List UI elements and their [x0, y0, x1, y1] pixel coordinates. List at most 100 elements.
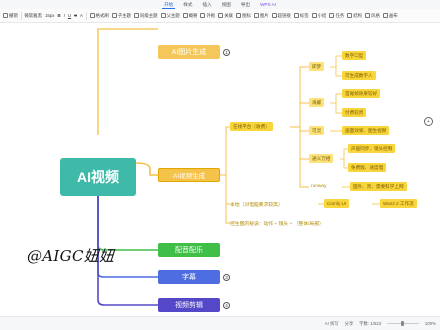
root-node[interactable]: AI视频 — [60, 158, 136, 196]
zoom-slider[interactable] — [387, 321, 419, 325]
leaf-local-2[interactable]: Wan2.2 工作流 — [380, 199, 417, 208]
watermark-text: @AIGC妞妞 — [27, 247, 115, 265]
tag-button[interactable]: 标签 — [293, 12, 309, 19]
branch-voice-music[interactable]: 配音配乐 — [158, 243, 220, 257]
format-painter-label: 格式刷 — [95, 12, 109, 18]
sibling-topic-label: 同级主题 — [139, 12, 158, 18]
summary-label: 概要 — [188, 12, 198, 18]
word-count: 字数: 1/523 — [359, 320, 381, 326]
share-button[interactable]: 分享 — [345, 321, 354, 327]
ai-write-button[interactable]: AI 拆写 — [325, 321, 339, 327]
leaf-local-1[interactable]: Comfy UI — [324, 199, 350, 208]
strike-label: S — [74, 13, 78, 18]
canvas-label: 画布 — [388, 12, 398, 18]
note-icon — [311, 13, 317, 18]
parent-topic-button[interactable]: 父主题 — [160, 12, 180, 19]
online-platform-node[interactable]: 在线平台（收费） — [230, 122, 273, 131]
leaf-jimeng-1[interactable]: 数字口型 — [342, 51, 367, 60]
image-button[interactable]: 图片 — [253, 12, 269, 19]
tab-view[interactable]: 视图 — [220, 0, 233, 9]
note-button[interactable]: 小结 — [311, 13, 326, 19]
undo-button[interactable]: 撤销 — [3, 13, 18, 19]
leaf-runway-1[interactable]: 国外、贵、需要科学上网 — [350, 182, 407, 191]
bold-button[interactable]: B — [58, 13, 61, 18]
branch-subtitle[interactable]: 字幕 — [158, 270, 220, 284]
icon-button[interactable]: 图标 — [236, 13, 251, 19]
underline-label: U — [67, 13, 72, 18]
task-button[interactable]: 任务 — [329, 13, 344, 19]
underline-button[interactable]: U — [68, 13, 71, 18]
tag-icon — [293, 13, 299, 18]
leaf-hailuo-1[interactable]: 首尾帧效果较好 — [342, 89, 381, 98]
task-icon — [329, 13, 335, 18]
number-badge-icon: 4 — [223, 302, 230, 309]
style-button[interactable]: 风格 — [365, 13, 380, 19]
leaf-tongyi-1[interactable]: 声画同步、镜头控制 — [348, 144, 396, 153]
bold-label: B — [57, 13, 61, 18]
tab-start[interactable]: 开始 — [162, 0, 176, 9]
link-icon — [271, 13, 277, 18]
structure-icon — [347, 13, 353, 18]
params-node[interactable]: 控生图的秘诀：动作 + 镜头 + （整体/局部） — [230, 220, 324, 227]
sibling-topic-icon — [133, 13, 139, 18]
font-color-button[interactable]: A — [80, 13, 83, 18]
parent-topic-label: 父主题 — [166, 12, 180, 18]
number-badge-icon: 1 — [223, 49, 230, 56]
parent-topic-icon — [160, 13, 166, 18]
relation-icon — [218, 13, 224, 18]
child-topic-button[interactable]: 子主题 — [111, 13, 131, 19]
canvas-icon — [382, 13, 388, 18]
hyperlink-label: 超链接 — [277, 12, 291, 18]
hyperlink-button[interactable]: 超链接 — [271, 12, 291, 19]
number-badge-icon: 3 — [223, 274, 230, 281]
tab-style[interactable]: 样式 — [181, 0, 194, 9]
font-color-label: A — [80, 13, 83, 18]
platform-jimeng[interactable]: 即梦 — [309, 62, 325, 71]
strike-button[interactable]: S — [74, 13, 77, 18]
zoom-level[interactable]: 100% — [425, 321, 436, 326]
boundary-label: 外框 — [206, 12, 216, 18]
tab-export[interactable]: 导出 — [239, 0, 252, 9]
emoji-icon — [236, 13, 242, 18]
font-family-select[interactable]: 微软雅黑 — [24, 13, 42, 19]
relation-button[interactable]: 关联 — [218, 13, 233, 19]
platform-tongyi[interactable]: 通义万相 — [309, 154, 334, 163]
format-painter-button[interactable]: 格式刷 — [89, 12, 109, 19]
summary-button[interactable]: 概要 — [182, 12, 198, 19]
tab-insert[interactable]: 插入 — [200, 0, 213, 9]
mindmap-canvas[interactable]: AI视频 AI图片生成 1 AI视频生成 配音配乐 字幕 3 视频剪辑 4 在线… — [0, 23, 440, 316]
structure-label: 结构 — [353, 12, 363, 18]
image-label: 图片 — [259, 12, 269, 18]
undo-label: 撤销 — [9, 12, 18, 18]
italic-button[interactable]: I — [64, 13, 65, 18]
tab-wps-ai[interactable]: WPS AI — [258, 0, 278, 9]
leaf-keling-1[interactable]: 画面效果、图生视频 — [342, 126, 390, 135]
toolbar-separator — [20, 11, 22, 20]
font-family-value: 微软雅黑 — [24, 12, 42, 18]
local-node[interactable]: 本地（对电脑要求较高） — [230, 201, 283, 208]
canvas-button[interactable]: 画布 — [382, 12, 398, 19]
menu-tabs: 开始 样式 插入 视图 导出 WPS AI — [0, 0, 440, 9]
undo-icon — [3, 13, 8, 18]
toolbar-separator — [85, 11, 87, 20]
tag-label: 标签 — [299, 12, 309, 18]
structure-button[interactable]: 结构 — [347, 13, 362, 19]
add-circle-icon[interactable]: + — [424, 117, 433, 126]
icon-label: 图标 — [242, 12, 251, 18]
sibling-topic-button[interactable]: 同级主题 — [133, 12, 158, 19]
toolbar: 撤销 微软雅黑 15px B I U S A 格式刷 子主题 同级主题 父主题 … — [0, 9, 440, 23]
branch-video-edit[interactable]: 视频剪辑 — [158, 298, 220, 312]
branch-image-gen[interactable]: AI图片生成 — [158, 45, 220, 59]
boundary-button[interactable]: 外框 — [200, 13, 215, 19]
italic-label: I — [63, 13, 65, 18]
platform-runway[interactable]: runway — [311, 184, 326, 189]
summary-icon — [182, 13, 188, 18]
leaf-hailuo-2[interactable]: 付费较贵 — [342, 108, 367, 117]
leaf-tongyi-2[interactable]: 免费版、速度慢 — [348, 163, 387, 172]
branch-video-gen[interactable]: AI视频生成 — [158, 168, 220, 182]
platform-keling[interactable]: 可灵 — [309, 126, 325, 135]
font-size-select[interactable]: 15px — [45, 13, 55, 18]
platform-hailuo[interactable]: 海螺 — [309, 98, 325, 107]
child-topic-icon — [111, 13, 117, 18]
leaf-jimeng-2[interactable]: 可生成数字人 — [342, 71, 376, 80]
